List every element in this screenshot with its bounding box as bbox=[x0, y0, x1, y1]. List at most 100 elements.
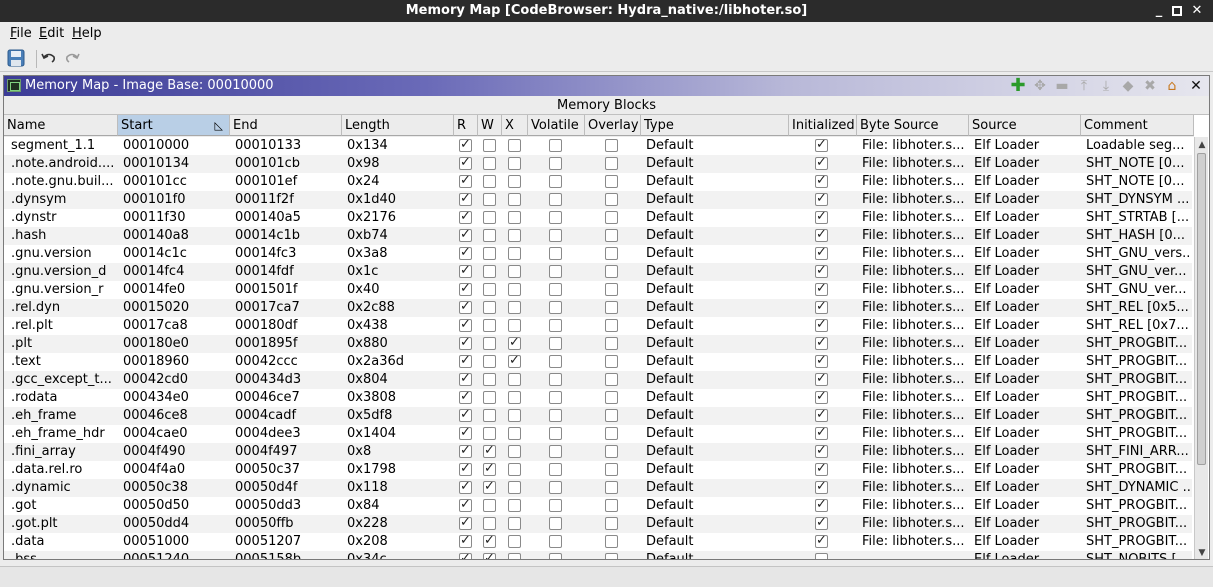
overlay-checkbox[interactable] bbox=[605, 283, 618, 296]
column-header-overlay[interactable]: Overlay bbox=[585, 115, 641, 136]
write-checkbox[interactable] bbox=[483, 247, 496, 260]
overlay-checkbox[interactable] bbox=[605, 229, 618, 242]
initialized-checkbox[interactable] bbox=[815, 227, 828, 242]
overlay-checkbox[interactable] bbox=[605, 193, 618, 206]
initialized-checkbox[interactable] bbox=[815, 299, 828, 314]
expand-up-icon[interactable]: ⤒ bbox=[1075, 77, 1093, 95]
column-header-byte-source[interactable]: Byte Source bbox=[857, 115, 969, 136]
overlay-checkbox[interactable] bbox=[605, 553, 618, 559]
execute-checkbox[interactable] bbox=[508, 553, 521, 559]
read-checkbox[interactable] bbox=[459, 497, 472, 512]
write-checkbox[interactable] bbox=[483, 337, 496, 350]
execute-checkbox[interactable] bbox=[508, 463, 521, 476]
volatile-checkbox[interactable] bbox=[549, 409, 562, 422]
read-checkbox[interactable] bbox=[459, 209, 472, 224]
table-row[interactable]: .eh_frame_hdr 0004cae0 0004dee3 0x1404 Defau… bbox=[4, 425, 1192, 443]
read-checkbox[interactable] bbox=[459, 155, 472, 170]
read-checkbox[interactable] bbox=[459, 227, 472, 242]
volatile-checkbox[interactable] bbox=[549, 319, 562, 332]
read-checkbox[interactable] bbox=[459, 281, 472, 296]
initialized-checkbox[interactable] bbox=[815, 515, 828, 530]
expand-down-icon[interactable]: ⤓ bbox=[1097, 77, 1115, 95]
move-block-icon[interactable]: ✥ bbox=[1031, 77, 1049, 95]
undo-icon[interactable] bbox=[40, 49, 60, 69]
column-header-source[interactable]: Source bbox=[969, 115, 1081, 136]
table-row[interactable]: .eh_frame 00046ce8 0004cadf 0x5df8 Default Fi… bbox=[4, 407, 1192, 425]
execute-checkbox[interactable] bbox=[508, 139, 521, 152]
execute-checkbox[interactable] bbox=[508, 319, 521, 332]
read-checkbox[interactable] bbox=[459, 515, 472, 530]
scrollbar-thumb[interactable] bbox=[1197, 153, 1206, 465]
read-checkbox[interactable] bbox=[459, 389, 472, 404]
volatile-checkbox[interactable] bbox=[549, 427, 562, 440]
volatile-checkbox[interactable] bbox=[549, 481, 562, 494]
write-checkbox[interactable] bbox=[483, 373, 496, 386]
initialized-checkbox[interactable] bbox=[815, 407, 828, 422]
write-checkbox[interactable] bbox=[483, 533, 496, 548]
overlay-checkbox[interactable] bbox=[605, 463, 618, 476]
write-checkbox[interactable] bbox=[483, 391, 496, 404]
column-header-volatile[interactable]: Volatile bbox=[528, 115, 585, 136]
table-row[interactable]: .note.android.... 00010134 000101cb 0x98 Def… bbox=[4, 155, 1192, 173]
overlay-checkbox[interactable] bbox=[605, 301, 618, 314]
initialized-checkbox[interactable] bbox=[815, 479, 828, 494]
execute-checkbox[interactable] bbox=[508, 157, 521, 170]
volatile-checkbox[interactable] bbox=[549, 463, 562, 476]
read-checkbox[interactable] bbox=[459, 317, 472, 332]
column-header-end[interactable]: End bbox=[230, 115, 342, 136]
initialized-checkbox[interactable] bbox=[815, 389, 828, 404]
write-checkbox[interactable] bbox=[483, 301, 496, 314]
table-row[interactable]: .text 00018960 00042ccc 0x2a36d Default File:… bbox=[4, 353, 1192, 371]
volatile-checkbox[interactable] bbox=[549, 193, 562, 206]
table-row[interactable]: .plt 000180e0 0001895f 0x880 Default File: li… bbox=[4, 335, 1192, 353]
close-window-icon[interactable]: ✕ bbox=[1188, 2, 1206, 20]
volatile-checkbox[interactable] bbox=[549, 391, 562, 404]
overlay-checkbox[interactable] bbox=[605, 247, 618, 260]
execute-checkbox[interactable] bbox=[508, 283, 521, 296]
read-checkbox[interactable] bbox=[459, 353, 472, 368]
table-row[interactable]: .gnu.version 00014c1c 00014fc3 0x3a8 Default… bbox=[4, 245, 1192, 263]
overlay-checkbox[interactable] bbox=[605, 157, 618, 170]
execute-checkbox[interactable] bbox=[508, 445, 521, 458]
volatile-checkbox[interactable] bbox=[549, 553, 562, 559]
overlay-checkbox[interactable] bbox=[605, 373, 618, 386]
initialized-checkbox[interactable] bbox=[815, 245, 828, 260]
read-checkbox[interactable] bbox=[459, 245, 472, 260]
save-icon[interactable] bbox=[7, 49, 27, 69]
execute-checkbox[interactable] bbox=[508, 535, 521, 548]
scroll-down-icon[interactable]: ▼ bbox=[1196, 547, 1208, 559]
column-header-initialized[interactable]: Initialized bbox=[789, 115, 857, 136]
read-checkbox[interactable] bbox=[459, 407, 472, 422]
maximize-icon[interactable] bbox=[1168, 2, 1186, 20]
volatile-checkbox[interactable] bbox=[549, 139, 562, 152]
initialized-checkbox[interactable] bbox=[815, 443, 828, 458]
write-checkbox[interactable] bbox=[483, 443, 496, 458]
table-row[interactable]: .rel.dyn 00015020 00017ca7 0x2c88 Default Fil… bbox=[4, 299, 1192, 317]
overlay-checkbox[interactable] bbox=[605, 427, 618, 440]
overlay-checkbox[interactable] bbox=[605, 517, 618, 530]
execute-checkbox[interactable] bbox=[508, 391, 521, 404]
write-checkbox[interactable] bbox=[483, 355, 496, 368]
column-header-comment[interactable]: Comment bbox=[1081, 115, 1194, 136]
write-checkbox[interactable] bbox=[483, 229, 496, 242]
table-row[interactable]: .fini_array 0004f490 0004f497 0x8 Default Fil… bbox=[4, 443, 1192, 461]
execute-checkbox[interactable] bbox=[508, 301, 521, 314]
close-icon[interactable]: ✕ bbox=[1187, 77, 1205, 95]
table-row[interactable]: .data.rel.ro 0004f4a0 00050c37 0x1798 Defaul… bbox=[4, 461, 1192, 479]
table-row[interactable]: .dynstr 00011f30 000140a5 0x2176 Default File… bbox=[4, 209, 1192, 227]
menu-help[interactable]: Help bbox=[72, 26, 102, 41]
execute-checkbox[interactable] bbox=[508, 409, 521, 422]
menu-file[interactable]: File bbox=[10, 26, 32, 41]
initialized-checkbox[interactable] bbox=[815, 263, 828, 278]
split-block-icon[interactable]: ▬ bbox=[1053, 77, 1071, 95]
execute-checkbox[interactable] bbox=[508, 211, 521, 224]
read-checkbox[interactable] bbox=[459, 299, 472, 314]
initialized-checkbox[interactable] bbox=[815, 209, 828, 224]
write-checkbox[interactable] bbox=[483, 139, 496, 152]
write-checkbox[interactable] bbox=[483, 193, 496, 206]
overlay-checkbox[interactable] bbox=[605, 175, 618, 188]
table-row[interactable]: .data 00051000 00051207 0x208 Default File: l… bbox=[4, 533, 1192, 551]
initialized-checkbox[interactable] bbox=[815, 137, 828, 152]
table-row[interactable]: .dynsym 000101f0 00011f2f 0x1d40 Default File… bbox=[4, 191, 1192, 209]
execute-checkbox[interactable] bbox=[508, 517, 521, 530]
